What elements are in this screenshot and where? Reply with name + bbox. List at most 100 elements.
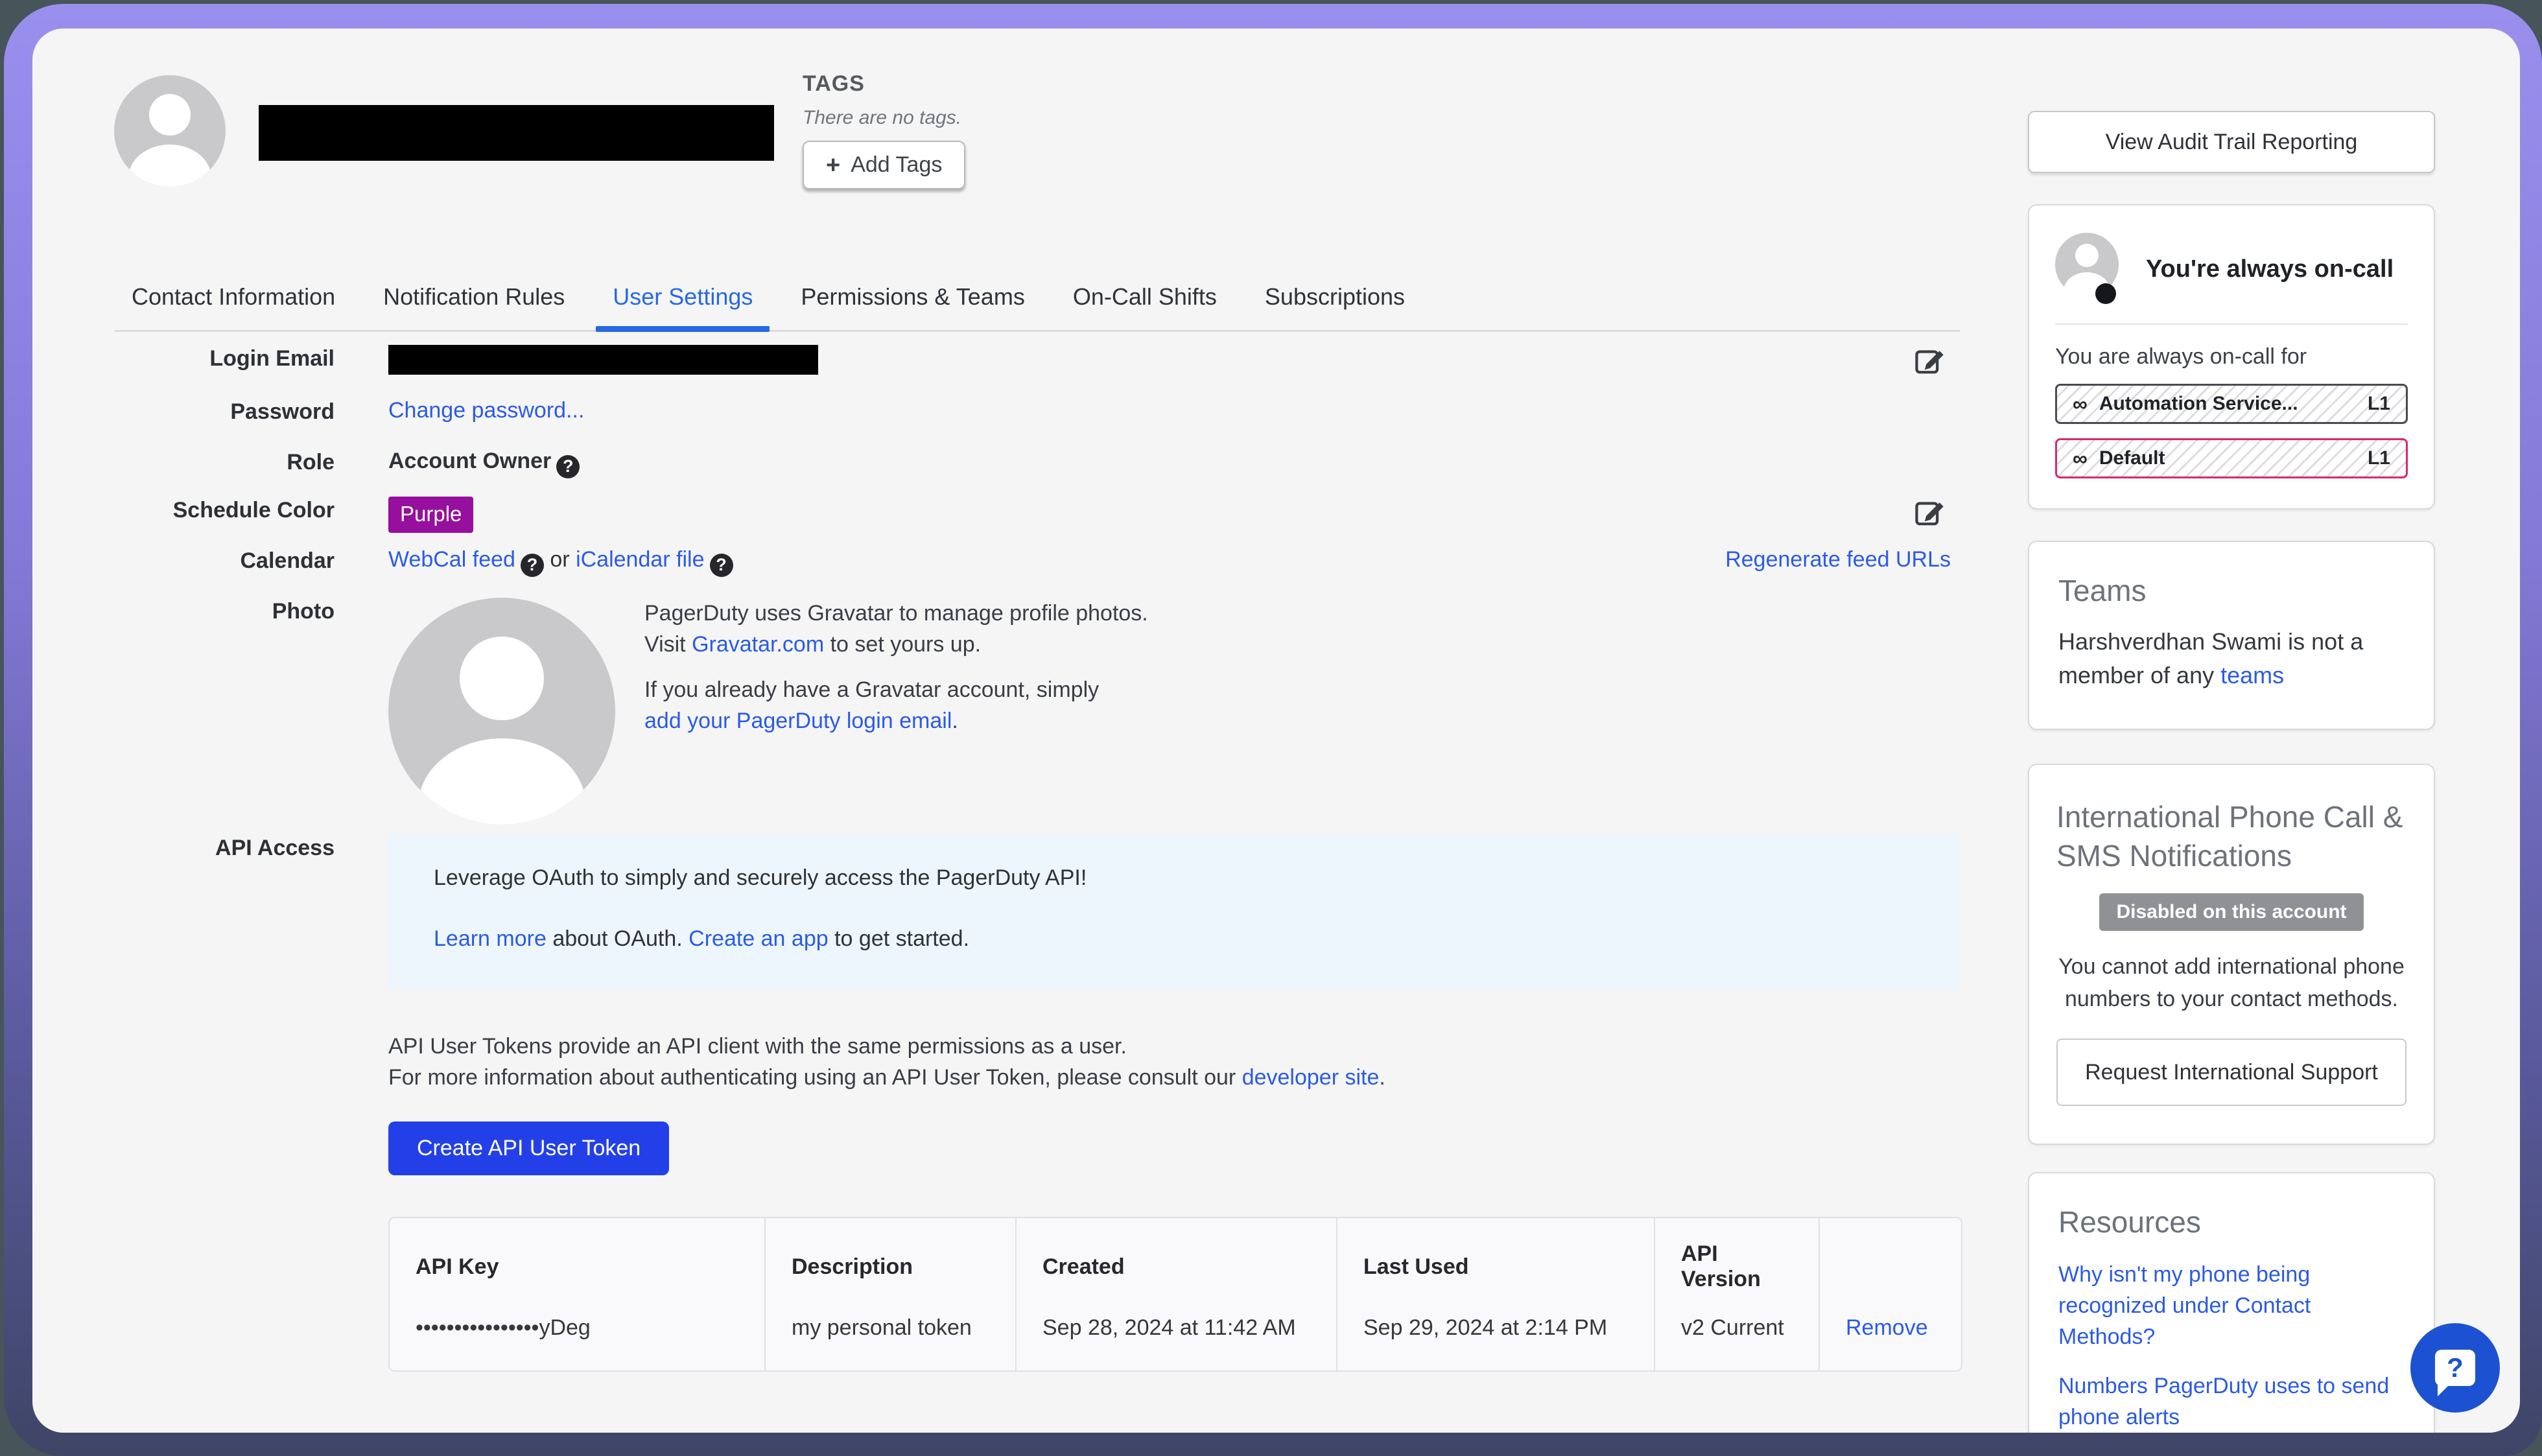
col-actions — [1818, 1218, 1961, 1304]
tab-subscriptions[interactable]: Subscriptions — [1248, 283, 1422, 330]
international-notifications-card: International Phone Call & SMS Notificat… — [2028, 764, 2435, 1145]
tab-user-settings[interactable]: User Settings — [596, 283, 770, 330]
add-tags-button[interactable]: + Add Tags — [803, 141, 965, 189]
token-description: my personal token — [764, 1304, 1015, 1370]
help-chat-icon: ? — [2435, 1350, 2475, 1386]
gravatar-line3: If you already have a Gravatar account, … — [644, 677, 1099, 702]
col-created: Created — [1015, 1218, 1336, 1304]
user-settings-form: Login Email Password Change password... … — [115, 333, 1960, 1433]
tags-section: TAGS There are no tags. + Add Tags — [803, 71, 965, 189]
edit-schedule-color-icon[interactable] — [1912, 494, 1948, 530]
plus-icon: + — [826, 156, 840, 175]
escalation-policy-default[interactable]: ∞ Default L1 — [2055, 438, 2408, 478]
gravatar-com-link[interactable]: Gravatar.com — [692, 632, 824, 657]
oauth-info-box: Leverage OAuth to simply and securely ac… — [388, 834, 1960, 989]
request-international-support-button[interactable]: Request International Support — [2056, 1039, 2407, 1106]
regenerate-feed-urls-link[interactable]: Regenerate feed URLs — [1725, 547, 1951, 572]
table-header-row: API Key Description Created Last Used AP… — [390, 1218, 1961, 1304]
oauth-end-text: to get started. — [834, 926, 969, 951]
password-label: Password — [115, 398, 335, 425]
gravatar-visit-text: Visit — [644, 632, 686, 657]
col-description: Description — [764, 1218, 1015, 1304]
col-last-used: Last Used — [1336, 1218, 1654, 1304]
icalendar-help-icon[interactable]: ? — [710, 554, 733, 577]
resource-link-pagerduty-numbers[interactable]: Numbers PagerDuty uses to send phone ale… — [2058, 1370, 2405, 1433]
policy-name: Automation Service... — [2099, 393, 2356, 415]
international-title: International Phone Call & SMS Notificat… — [2056, 797, 2407, 875]
on-call-subtitle: You are always on-call for — [2055, 344, 2408, 370]
remove-token-link[interactable]: Remove — [1846, 1315, 1928, 1340]
oauth-line: Leverage OAuth to simply and securely ac… — [434, 865, 1914, 891]
api-token-table: API Key Description Created Last Used AP… — [388, 1217, 1962, 1372]
view-audit-trail-button[interactable]: View Audit Trail Reporting — [2028, 111, 2435, 173]
international-text: You cannot add international phone numbe… — [2056, 950, 2407, 1015]
token-version: v2 Current — [1654, 1304, 1818, 1370]
change-password-link[interactable]: Change password... — [388, 398, 584, 423]
tags-title: TAGS — [803, 71, 965, 97]
api-access-row: API Access Leverage OAuth to simply and … — [115, 834, 1960, 989]
oauth-mid-text: about OAuth. — [552, 926, 682, 951]
token-created: Sep 28, 2024 at 11:42 AM — [1015, 1304, 1336, 1370]
gravatar-help-text: PagerDuty uses Gravatar to manage profil… — [644, 598, 1148, 825]
infinity-icon: ∞ — [2073, 448, 2088, 469]
teams-link[interactable]: teams — [2220, 662, 2284, 688]
col-api-key: API Key — [390, 1218, 764, 1304]
gravatar-period: . — [952, 709, 958, 733]
schedule-color-row: Schedule Color Purple — [115, 497, 1960, 547]
on-call-title: You're always on-call — [2146, 255, 2394, 283]
profile-tabs: Contact Information Notification Rules U… — [115, 257, 1960, 332]
policy-name: Default — [2099, 447, 2356, 469]
gravatar-line1: PagerDuty uses Gravatar to manage profil… — [644, 601, 1148, 626]
tab-on-call-shifts[interactable]: On-Call Shifts — [1056, 283, 1234, 330]
gravatar-line2-rest: to set yours up. — [830, 632, 981, 657]
login-email-label: Login Email — [115, 345, 335, 371]
webcal-help-icon[interactable]: ? — [521, 554, 544, 577]
status-dot — [2095, 283, 2116, 304]
add-tags-label: Add Tags — [851, 152, 942, 178]
help-button[interactable]: ? — [2410, 1323, 2500, 1413]
calendar-label: Calendar — [115, 547, 335, 574]
escalation-policy-automation-service[interactable]: ∞ Automation Service... L1 — [2055, 384, 2408, 424]
developer-site-link[interactable]: developer site — [1242, 1065, 1380, 1090]
card-divider — [2055, 323, 2408, 325]
create-api-user-token-button[interactable]: Create API User Token — [388, 1121, 669, 1175]
profile-name-redacted — [259, 105, 774, 161]
photo-label: Photo — [115, 598, 335, 624]
calendar-or-text: or — [550, 547, 569, 572]
teams-title: Teams — [2058, 573, 2405, 608]
tab-contact-information[interactable]: Contact Information — [115, 283, 352, 330]
login-email-redacted — [388, 345, 818, 375]
learn-more-link[interactable]: Learn more — [434, 926, 547, 951]
on-call-avatar — [2055, 233, 2119, 305]
page-panel: TAGS There are no tags. + Add Tags Conta… — [32, 29, 2520, 1433]
create-an-app-link[interactable]: Create an app — [688, 926, 829, 951]
icalendar-file-link[interactable]: iCalendar file — [576, 547, 704, 572]
tokens-period: . — [1379, 1065, 1385, 1090]
role-label: Role — [115, 449, 335, 475]
tab-permissions-teams[interactable]: Permissions & Teams — [784, 283, 1041, 330]
token-last-used: Sep 29, 2024 at 2:14 PM — [1336, 1304, 1654, 1370]
tokens-line2: For more information about authenticatin… — [388, 1065, 1236, 1090]
question-mark-glyph: ? — [2447, 1352, 2464, 1383]
always-on-call-card: You're always on-call You are always on-… — [2028, 204, 2435, 510]
disabled-badge: Disabled on this account — [2099, 893, 2363, 931]
api-access-label: API Access — [115, 834, 335, 861]
infinity-icon: ∞ — [2073, 393, 2088, 414]
tab-notification-rules[interactable]: Notification Rules — [366, 283, 582, 330]
teams-text: Harshverdhan Swami is not a member of an… — [2058, 625, 2405, 692]
role-row: Role Account Owner? — [115, 449, 1960, 497]
role-help-icon[interactable]: ? — [556, 455, 580, 478]
table-row: ••••••••••••••••yDeg my personal token S… — [390, 1304, 1961, 1370]
resources-title: Resources — [2058, 1204, 2405, 1239]
add-login-email-link[interactable]: add your PagerDuty login email — [644, 709, 952, 733]
role-value: Account Owner — [388, 449, 551, 473]
password-row: Password Change password... — [115, 398, 1960, 449]
resource-link-phone-recognition[interactable]: Why isn't my phone being recognized unde… — [2058, 1259, 2405, 1352]
login-email-row: Login Email — [115, 345, 1960, 398]
schedule-color-badge: Purple — [388, 497, 473, 533]
edit-login-email-icon[interactable] — [1912, 342, 1948, 379]
webcal-feed-link[interactable]: WebCal feed — [388, 547, 515, 572]
api-key-value: ••••••••••••••••yDeg — [390, 1304, 764, 1370]
no-tags-text: There are no tags. — [803, 107, 965, 129]
teams-text-start: Harshverdhan Swami is not a member of an… — [2058, 628, 2363, 688]
